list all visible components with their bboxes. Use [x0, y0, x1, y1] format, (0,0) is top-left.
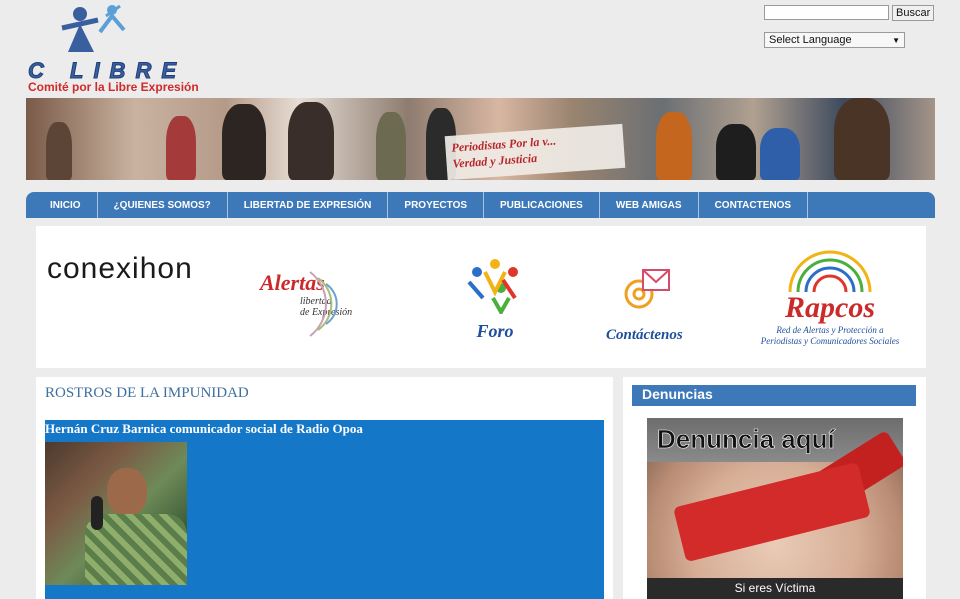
logo-tagline: Comité por la Libre Expresión — [28, 80, 199, 94]
partner-rapcos-logo[interactable]: Rapcos Red de Alertas y Protección a Per… — [746, 248, 914, 347]
search-form: Buscar — [764, 5, 935, 21]
rainbow-arcs-icon — [788, 250, 872, 293]
people-figures-icon — [61, 4, 126, 52]
featured-story-panel: Hernán Cruz Barnica comunicador social d… — [45, 420, 604, 599]
site-logo[interactable]: C LIBRE Comité por la Libre Expresión — [26, 2, 218, 96]
nav-item-libertad-de-expresion[interactable]: LIBERTAD DE EXPRESIÓN — [228, 192, 389, 218]
nav-item-contactenos[interactable]: CONTACTENOS — [699, 192, 809, 218]
banner-sign-line-1: Periodistas Por la v... — [451, 133, 557, 155]
rapcos-title: Rapcos — [785, 291, 875, 324]
main-navigation: INICIO ¿QUIENES SOMOS? LIBERTAD DE EXPRE… — [26, 192, 935, 218]
people-circle-icon — [467, 259, 518, 317]
rapcos-subtitle-2: Periodistas y Comunicadores Sociales — [760, 336, 900, 346]
nav-item-web-amigas[interactable]: WEB AMIGAS — [600, 192, 699, 218]
header-banner-photo: Periodistas Por la v... Verdad y Justicia — [26, 98, 935, 180]
dropdown-arrow-icon: ▼ — [892, 35, 900, 45]
signal-arcs-icon — [309, 271, 338, 337]
nav-item-publicaciones[interactable]: PUBLICACIONES — [484, 192, 600, 218]
banner-sign-line-2: Verdad y Justicia — [452, 150, 538, 171]
sidebar-header: Denuncias — [632, 385, 916, 406]
partner-logos-strip: conexihon Alertas libertad de Expresión … — [36, 226, 926, 368]
conexihon-wordmark: conexihon — [47, 252, 193, 285]
nav-item-inicio[interactable]: INICIO — [26, 192, 98, 218]
contactenos-label: Contáctenos — [606, 327, 683, 343]
language-select[interactable]: Select Language ▼ — [764, 32, 905, 48]
foro-label: Foro — [476, 321, 514, 341]
partner-conexihon-logo[interactable]: conexihon — [47, 252, 193, 286]
partner-contactenos-logo[interactable]: Contáctenos — [606, 266, 683, 344]
story-photo[interactable] — [45, 442, 187, 585]
sidebar: Denuncias Denuncia aquí Si eres Víctima — [623, 377, 926, 599]
language-select-value: Select Language — [769, 34, 852, 46]
search-button[interactable]: Buscar — [892, 5, 935, 21]
denuncia-bottom-text: Si eres Víctima — [647, 578, 903, 599]
rapcos-subtitle-1: Red de Alertas y Protección a — [776, 325, 884, 335]
partner-alertas-logo[interactable]: Alertas libertad de Expresión — [260, 270, 352, 337]
partner-foro-logo[interactable]: Foro — [460, 258, 530, 342]
denuncia-cta-text: Denuncia aquí — [657, 424, 835, 455]
section-title: ROSTROS DE LA IMPUNIDAD — [45, 385, 249, 401]
email-at-icon — [624, 269, 671, 309]
search-input[interactable] — [764, 5, 889, 20]
nav-item-quienes-somos[interactable]: ¿QUIENES SOMOS? — [98, 192, 228, 218]
main-content: ROSTROS DE LA IMPUNIDAD Hernán Cruz Barn… — [36, 377, 613, 599]
banner-protest-sign: Periodistas Por la v... Verdad y Justicia — [444, 123, 626, 180]
nav-item-proyectos[interactable]: PROYECTOS — [388, 192, 485, 218]
denuncia-banner-image[interactable]: Denuncia aquí Si eres Víctima — [647, 418, 903, 599]
story-headline[interactable]: Hernán Cruz Barnica comunicador social d… — [45, 421, 363, 437]
